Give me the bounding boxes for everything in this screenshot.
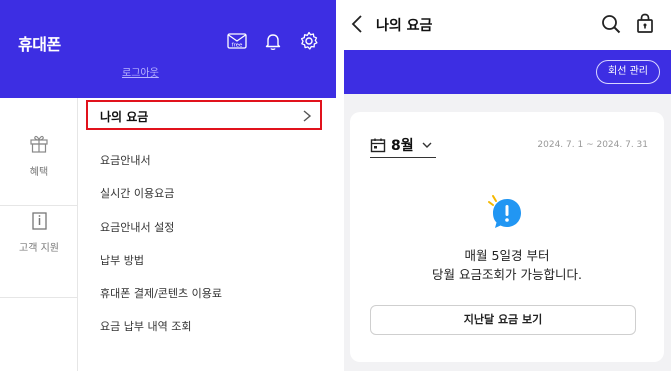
rail-item-benefits[interactable]: 혜택 [0,114,78,206]
notice-line-2: 당월 요금조회가 가능합니다. [432,267,582,282]
page-title: 나의 요금 [376,18,433,34]
page-title: 휴대폰 [18,35,61,54]
past-month-bill-button[interactable]: 지난달 요금 보기 [370,305,636,335]
menu-item[interactable]: 실시간 이용요금 [100,185,174,201]
menu-item-my-bill[interactable]: 나의 요금 [86,100,322,130]
chevron-right-icon [303,110,312,122]
month-label: 8월 [391,138,414,154]
menu-panel: 휴대폰 free 로그아웃 혜택 고객 지원 나의 요금 요금안내서 실시간 이… [0,0,336,371]
blue-band: 회선 관리 [344,50,671,94]
menu-header: 휴대폰 free 로그아웃 [0,0,336,98]
search-icon[interactable] [600,13,622,35]
info-icon [32,212,47,230]
bill-card: 8월 2024. 7. 1 ~ 2024. 7. 31 매월 5일경 부터 당월… [350,112,664,362]
logout-link[interactable]: 로그아웃 [122,64,159,79]
rail-item-support[interactable]: 고객 지원 [0,206,78,298]
bill-panel: 나의 요금 회선 관리 8월 2024. 7. 1 ~ 2024. 7. 31 … [344,0,671,371]
menu-item[interactable]: 요금 납부 내역 조회 [100,318,191,334]
free-message-icon[interactable]: free [226,30,248,52]
line-manage-button[interactable]: 회선 관리 [596,60,660,84]
menu-item[interactable]: 요금안내서 [100,152,151,168]
bell-icon[interactable] [262,30,284,52]
top-bar: 나의 요금 [344,0,671,50]
side-rail: 혜택 고객 지원 [0,98,78,371]
speech-bubble-exclamation-icon [488,195,521,228]
back-arrow-icon[interactable] [350,13,366,35]
chevron-down-icon [422,142,432,148]
menu-item[interactable]: 납부 방법 [100,252,144,268]
notice-line-1: 매월 5일경 부터 [464,248,550,263]
gift-icon [30,135,48,153]
calendar-icon [370,138,386,153]
billing-period: 2024. 7. 1 ~ 2024. 7. 31 [537,140,648,150]
free-badge: free [232,43,243,49]
menu-item-label: 나의 요금 [100,110,149,124]
month-underline [370,157,436,158]
menu-item[interactable]: 휴대폰 결제/콘텐츠 이용료 [100,285,222,301]
rail-label-benefits: 혜택 [29,167,49,178]
gear-icon[interactable] [298,30,320,52]
panel-divider [336,0,344,371]
rail-label-support: 고객 지원 [19,243,59,254]
menu-item[interactable]: 요금안내서 설정 [100,219,174,235]
lock-bag-icon[interactable] [634,12,656,34]
